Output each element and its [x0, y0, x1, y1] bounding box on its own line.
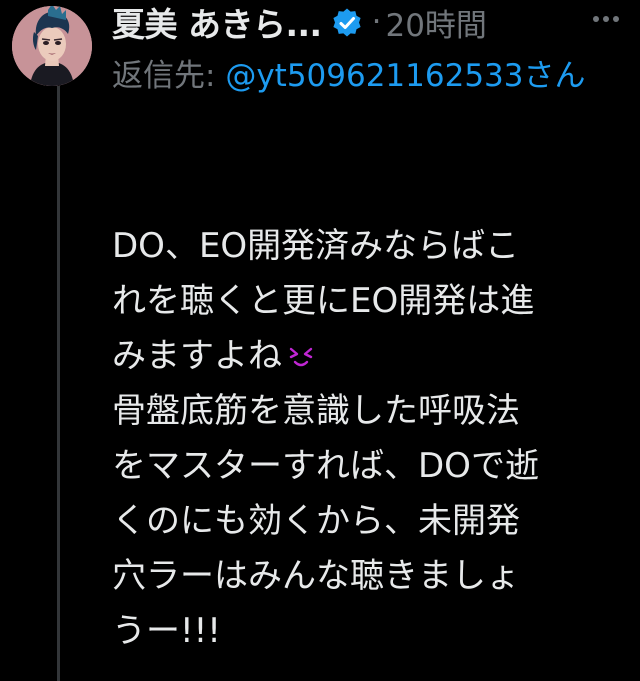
- tweet-text-line-with-emoji: みますよね: [112, 329, 612, 384]
- tweet-text-fragment: みますよね: [112, 336, 282, 376]
- more-options-icon[interactable]: [588, 4, 624, 34]
- tweet-text-line: れを聴くと更にEO開発は進: [112, 281, 535, 321]
- separator-dot: ·: [371, 4, 382, 40]
- tweet-text-line: をマスターすれば、DOで逝: [112, 446, 539, 486]
- tweet-header: 夏美 あきら... · 20時間: [112, 0, 612, 44]
- tweet-text-line: 骨盤底筋を意識した呼吸法: [112, 391, 520, 431]
- verified-badge-icon: [330, 5, 364, 39]
- reply-to-suffix[interactable]: さん: [524, 58, 586, 94]
- thread-connector-line: [57, 86, 60, 681]
- avatar-portrait-image: [12, 6, 92, 86]
- reply-to-mention-link[interactable]: @yt509621162533: [225, 58, 523, 94]
- tweet-text-line: うー!!!: [112, 611, 221, 651]
- author-display-name[interactable]: 夏美 あきら...: [112, 0, 322, 46]
- reply-context: 返信先: @yt509621162533さん: [112, 48, 592, 104]
- tweet-body-text: DO、EO開発済みならばこ れを聴くと更にEO開発は進 みますよね 骨盤底筋を意…: [112, 219, 612, 659]
- reply-prefix-label: 返信先:: [112, 58, 216, 94]
- tweet-text-line: くのにも効くから、未開発: [112, 501, 520, 541]
- smirking-heart-face-icon: [286, 333, 316, 367]
- timestamp[interactable]: 20時間: [385, 0, 486, 45]
- tweet-text-line: DO、EO開発済みならばこ: [112, 226, 520, 266]
- tweet-text-line: 穴ラーはみんな聴きましょ: [112, 556, 520, 596]
- author-avatar[interactable]: [12, 6, 92, 86]
